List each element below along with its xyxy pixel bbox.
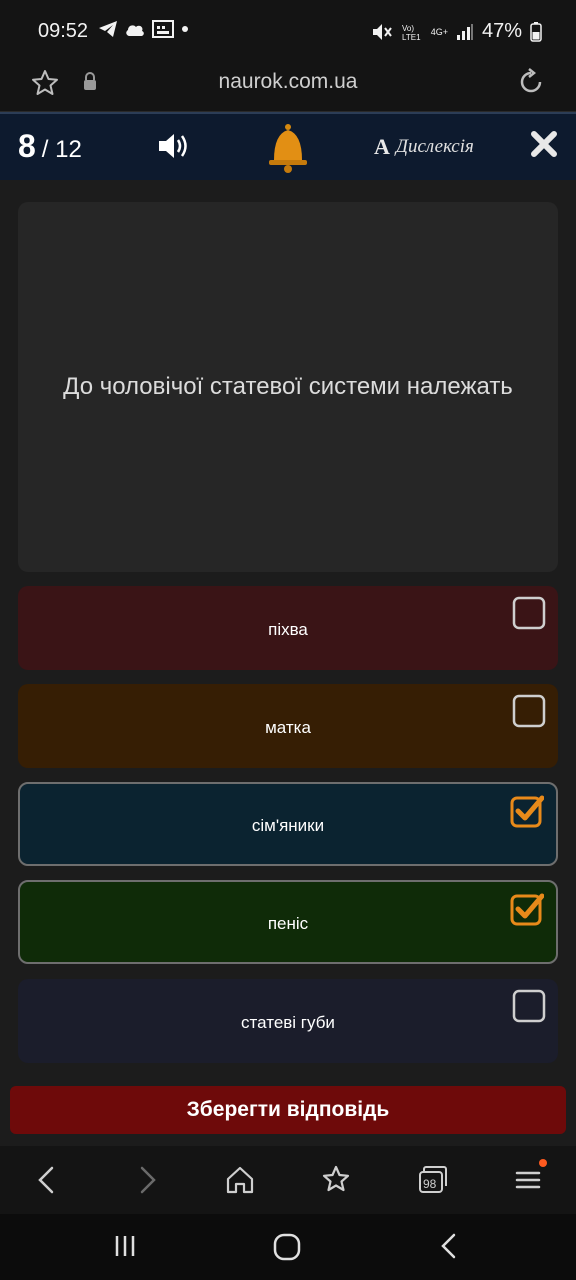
mute-icon	[372, 23, 392, 40]
status-time: 09:52	[38, 20, 89, 42]
question-text: До чоловічої статевої системи належать	[63, 373, 513, 401]
answer-option-label: статеві губи	[241, 1013, 335, 1032]
answer-option[interactable]: піхва	[18, 586, 558, 670]
answer-option-label: сім'яники	[251, 816, 325, 835]
bell-icon[interactable]	[266, 122, 310, 174]
home-icon[interactable]	[222, 1162, 258, 1198]
answer-option[interactable]: пеніс	[18, 880, 558, 964]
quiz-header: 8/ 12 A Дислексія	[0, 112, 576, 180]
answer-option[interactable]: сім'яники	[18, 782, 558, 866]
recent-apps-icon[interactable]	[112, 1232, 140, 1260]
menu-button[interactable]	[510, 1159, 547, 1198]
svg-text:Vo): Vo)	[402, 24, 414, 33]
notification-dot-icon	[539, 1159, 547, 1167]
cloud-icon	[126, 25, 144, 36]
home-button-icon[interactable]	[272, 1232, 302, 1262]
checked-checkbox-icon[interactable]	[510, 794, 544, 828]
svg-text:LTE1: LTE1	[402, 33, 421, 42]
dyslexia-toggle[interactable]: A Дислексія	[374, 134, 474, 160]
checkbox-icon[interactable]	[512, 989, 546, 1023]
answer-option-label: пеніс	[267, 914, 309, 933]
browser-address-bar[interactable]: naurok.com.ua	[0, 62, 576, 112]
close-icon[interactable]	[530, 130, 558, 158]
answer-option[interactable]: матка	[18, 684, 558, 768]
notification-icons	[98, 20, 190, 38]
system-status-icons: Vo) LTE1 4G+ 47%	[371, 20, 542, 43]
answer-option[interactable]: статеві губи	[18, 979, 558, 1063]
battery-percent: 47%	[481, 20, 522, 42]
dot-icon	[182, 26, 188, 32]
browser-bottom-nav: 98	[0, 1146, 576, 1214]
tabs-count: 98	[423, 1177, 437, 1191]
gallery-icon	[152, 20, 174, 38]
forward-icon[interactable]	[128, 1162, 164, 1198]
volte-icon: Vo)LTE1	[402, 24, 421, 42]
tabs-button[interactable]: 98	[414, 1162, 450, 1198]
signal-icon	[456, 23, 473, 40]
system-back-icon[interactable]	[436, 1232, 464, 1260]
save-answer-button[interactable]: Зберегти відповідь	[10, 1086, 566, 1134]
checkbox-icon[interactable]	[512, 596, 546, 630]
reload-icon[interactable]	[516, 67, 546, 97]
answer-option-label: піхва	[268, 620, 308, 639]
answer-option-label: матка	[265, 718, 311, 737]
current-question-number: 8	[18, 128, 36, 164]
question-progress: 8/ 12	[18, 128, 82, 165]
bookmarks-icon[interactable]	[318, 1162, 354, 1198]
status-bar: 09:52 Vo) LTE1 4G+ 47%	[0, 0, 576, 62]
telegram-icon	[99, 21, 117, 37]
sound-icon[interactable]	[156, 130, 192, 162]
checked-checkbox-icon[interactable]	[510, 892, 544, 926]
dyslexia-letter: A	[374, 134, 390, 159]
checkbox-icon[interactable]	[512, 694, 546, 728]
url-text[interactable]: naurok.com.ua	[0, 70, 576, 94]
back-icon[interactable]	[30, 1162, 66, 1198]
dyslexia-label: Дислексія	[395, 136, 474, 157]
total-questions: / 12	[41, 136, 82, 163]
question-card: До чоловічої статевої системи належать	[18, 202, 558, 572]
battery-icon	[530, 21, 542, 42]
network-type-label: 4G+	[430, 26, 448, 37]
system-navigation-bar	[0, 1214, 576, 1280]
